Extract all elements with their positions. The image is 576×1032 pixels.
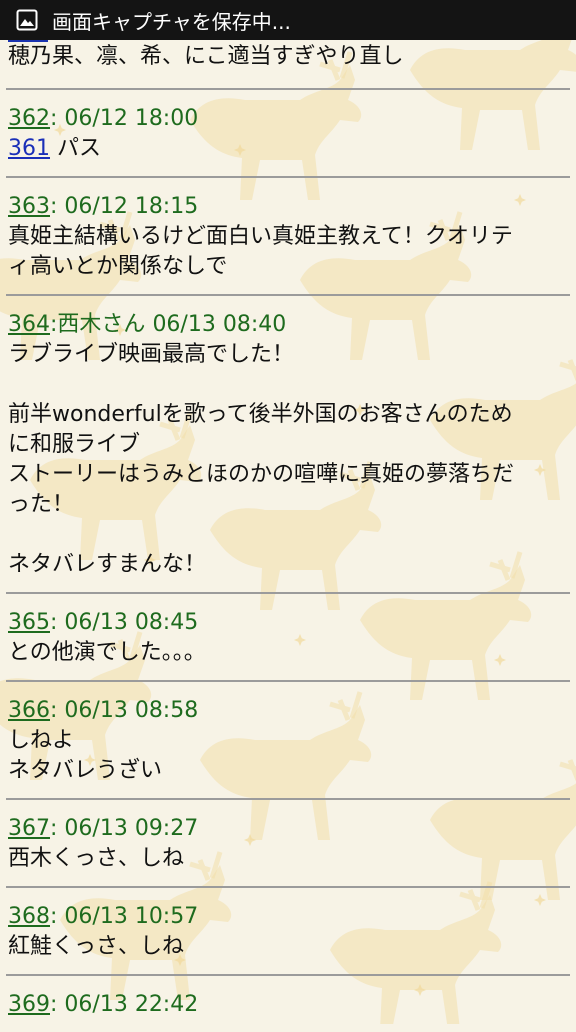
post-number-link[interactable]: 369 <box>8 992 50 1017</box>
previous-post-fragment: 穂乃果、凛、希、にこ適当すぎやり直し <box>0 38 576 88</box>
post-number-link[interactable]: 368 <box>8 904 50 929</box>
post-date: 06/13 08:45 <box>64 610 199 635</box>
post-date: 06/13 08:58 <box>64 698 199 723</box>
post-body: 361 パス <box>8 134 568 164</box>
post-date: 06/13 10:57 <box>64 904 199 929</box>
post-number-link[interactable]: 366 <box>8 698 50 723</box>
reply-link[interactable]: 361 <box>8 136 50 161</box>
post-date: 06/13 08:40 <box>152 312 287 337</box>
post-body: 穂乃果、凛、希、にこ適当すぎやり直し <box>8 44 404 69</box>
post-body: 西木くっさ、しね <box>8 846 185 871</box>
post-number-link[interactable]: 364 <box>8 312 50 337</box>
status-bar-title: 画面キャプチャを保存中... <box>52 9 291 34</box>
post-364: 364:西木さん 06/13 08:40 ラブライブ映画最高でした！ 前半won… <box>0 296 576 592</box>
post-header: 366: 06/13 08:58 <box>8 698 199 723</box>
post-header: 363: 06/12 18:15 <box>8 194 199 219</box>
post-header: 368: 06/13 10:57 <box>8 904 199 929</box>
post-body: しねよ ネタバレうざい <box>8 728 163 783</box>
post-body: 紅鮭くっさ、しね <box>8 934 185 959</box>
post-number-link[interactable]: 363 <box>8 194 50 219</box>
post-363: 363: 06/12 18:15 真姫主結構いるけど面白い真姫主教えて！クオリテ… <box>0 178 576 294</box>
post-number-link[interactable]: 365 <box>8 610 50 635</box>
post-date: 06/12 18:00 <box>64 106 199 131</box>
image-icon <box>16 9 38 31</box>
post-date: 06/12 18:15 <box>64 194 199 219</box>
post-header: 369: 06/13 22:42 <box>8 992 199 1017</box>
post-author: 西木さん <box>57 312 146 337</box>
post-362: 362: 06/12 18:00 361 パス <box>0 90 576 176</box>
post-367: 367: 06/13 09:27 西木くっさ、しね <box>0 800 576 886</box>
post-body: 真姫主結構いるけど面白い真姫主教えて！クオリテ ィ高いとか関係なしで <box>8 224 513 279</box>
post-body: との他演でした。。。 <box>8 640 206 665</box>
post-date: 06/13 22:42 <box>64 992 199 1017</box>
post-368: 368: 06/13 10:57 紅鮭くっさ、しね <box>0 888 576 974</box>
post-date: 06/13 09:27 <box>64 816 199 841</box>
post-header: 365: 06/13 08:45 <box>8 610 199 635</box>
post-365: 365: 06/13 08:45 との他演でした。。。 <box>0 594 576 680</box>
post-366: 366: 06/13 08:58 しねよ ネタバレうざい <box>0 682 576 798</box>
post-header: 362: 06/12 18:00 <box>8 106 199 131</box>
status-bar: 画面キャプチャを保存中... <box>0 0 576 40</box>
post-header: 364:西木さん 06/13 08:40 <box>8 312 287 337</box>
post-body: ラブライブ映画最高でした！ 前半wonderfulを歌って後半外国のお客さんのた… <box>8 342 515 577</box>
post-body-text: パス <box>57 136 102 161</box>
post-number-link[interactable]: 362 <box>8 106 50 131</box>
post-number-link[interactable]: 367 <box>8 816 50 841</box>
thread-content[interactable]: 穂乃果、凛、希、にこ適当すぎやり直し 362: 06/12 18:00 361 … <box>0 38 576 1032</box>
post-header: 367: 06/13 09:27 <box>8 816 199 841</box>
